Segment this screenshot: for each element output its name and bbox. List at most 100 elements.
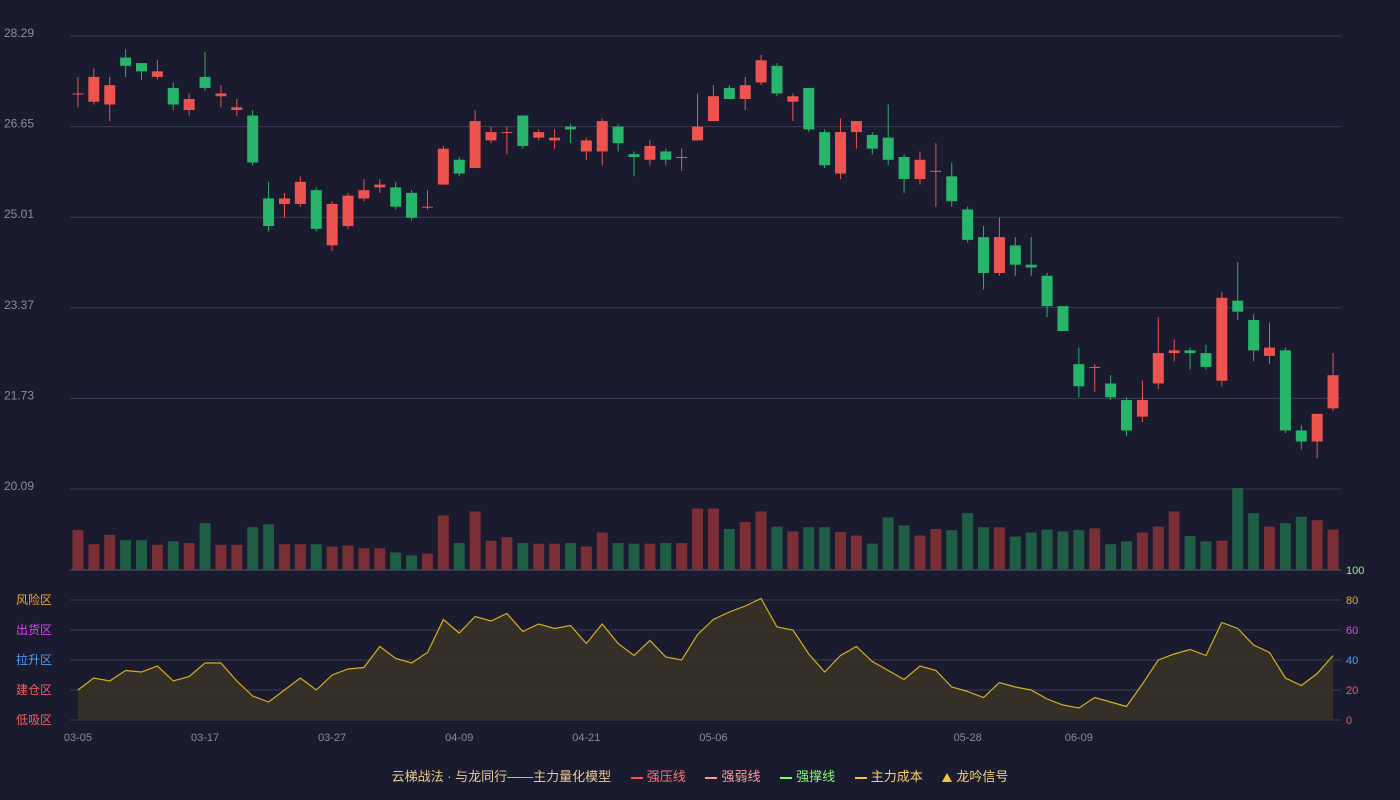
candle-body — [358, 190, 370, 199]
volume-bar — [167, 541, 179, 570]
x-tick-label: 04-21 — [572, 732, 600, 744]
price-tick-label: 20.09 — [4, 479, 34, 493]
candle-body — [596, 121, 608, 152]
candle-body — [723, 87, 735, 99]
candle-body — [1200, 353, 1212, 367]
candle-body — [278, 198, 290, 204]
legend-item-main-cost[interactable]: 主力成本 — [854, 766, 923, 785]
volume-bar — [342, 545, 354, 570]
legend-item-dragon-signal[interactable]: 龙吟信号 — [942, 766, 1008, 785]
candle-body — [1136, 400, 1148, 417]
volume-bar — [692, 508, 704, 570]
candle-body — [453, 159, 465, 174]
volume-bar — [1327, 529, 1339, 570]
candle-body — [533, 132, 545, 138]
volume-bar — [453, 543, 465, 570]
volume-bar — [1311, 520, 1323, 570]
candle-body — [628, 154, 640, 157]
oscillator-tick-label: 20 — [1346, 685, 1358, 697]
candle-body — [342, 195, 354, 227]
volume-bar — [1025, 532, 1037, 570]
legend-item-strong-support[interactable]: 强撑线 — [780, 766, 835, 785]
candle-body — [882, 137, 894, 160]
volume-bar — [1216, 540, 1228, 570]
oscillator-tick-label: 80 — [1346, 595, 1358, 607]
volume-bar — [88, 544, 100, 570]
volume-bar — [1264, 526, 1276, 570]
volume-bar — [469, 511, 481, 570]
candle-body — [517, 115, 529, 146]
legend-label: 龙吟信号 — [956, 769, 1009, 784]
volume-bar — [898, 525, 910, 570]
candle-body — [183, 98, 195, 111]
x-tick-label: 03-05 — [64, 732, 92, 744]
volume-bar — [914, 535, 926, 570]
candle-body — [1121, 400, 1133, 431]
candle-body — [755, 60, 767, 83]
x-tick-label: 03-27 — [318, 732, 346, 744]
volume-bar — [866, 543, 878, 570]
candle-body — [549, 137, 561, 141]
volume-bar — [1184, 536, 1196, 570]
volume-bar — [707, 508, 719, 570]
candle-body — [104, 85, 116, 105]
volume-bar — [1248, 513, 1260, 570]
candle-body — [437, 148, 449, 185]
volume-bar — [978, 527, 990, 570]
volume-bar — [215, 544, 227, 570]
legend-label: 强撑线 — [796, 769, 836, 784]
candle-body — [692, 126, 704, 141]
candle-body — [850, 121, 862, 133]
volume-bar — [1057, 531, 1069, 570]
oscillator-tick-label: 40 — [1346, 655, 1358, 667]
volume-bar — [390, 552, 402, 570]
volume-bar — [723, 529, 735, 570]
oscillator-area — [77, 598, 1334, 720]
price-tick-label: 28.29 — [4, 26, 34, 40]
volume-bar — [1200, 541, 1212, 570]
candle-body — [485, 132, 497, 141]
candle-body — [978, 237, 990, 273]
price-tick-label: 21.73 — [4, 388, 34, 402]
zone-label: 拉升区 — [16, 652, 52, 667]
candle-body — [739, 85, 751, 99]
candle-body — [469, 121, 481, 169]
volume-bar — [930, 529, 942, 570]
candle-body — [1248, 319, 1260, 351]
volume-bar — [199, 523, 211, 570]
candle-body — [215, 93, 227, 97]
candle-body — [1105, 383, 1117, 398]
candle-body — [1073, 364, 1085, 387]
volume-bar — [183, 543, 195, 570]
volume-bar — [278, 544, 290, 570]
volume-bar — [771, 526, 783, 570]
candle-body — [898, 156, 910, 180]
legend-item-strength-line[interactable]: 强弱线 — [705, 766, 760, 785]
candle-body — [660, 151, 672, 160]
volume-bar — [993, 527, 1005, 570]
candle-body — [644, 145, 656, 160]
oscillator-tick-label: 60 — [1346, 625, 1358, 637]
candle-body — [1279, 350, 1291, 431]
candle-body — [1152, 353, 1164, 384]
price-tick-label: 23.37 — [4, 298, 34, 312]
candle-body — [421, 206, 433, 208]
candle-body — [1009, 245, 1021, 265]
candle-body — [819, 132, 831, 166]
volume-bar — [1121, 541, 1133, 570]
volume-bar — [1136, 532, 1148, 570]
candle-body — [993, 237, 1005, 273]
volume-bar — [231, 544, 243, 570]
chart-legend: 云梯战法 · 与龙同行——主力量化模型 强压线 强弱线 强撑线 主力成本 龙吟信… — [0, 766, 1400, 785]
x-tick-label: 04-09 — [445, 732, 473, 744]
volume-bar — [1168, 511, 1180, 570]
candle-body — [151, 71, 163, 77]
volume-bar — [564, 543, 576, 570]
candle-body — [1327, 375, 1339, 409]
candle-body — [167, 87, 179, 105]
candle-body — [1057, 306, 1069, 332]
candle-body — [294, 181, 306, 204]
volume-bar — [850, 535, 862, 570]
volume-bar — [533, 543, 545, 570]
legend-item-strong-pressure[interactable]: 强压线 — [630, 766, 686, 785]
